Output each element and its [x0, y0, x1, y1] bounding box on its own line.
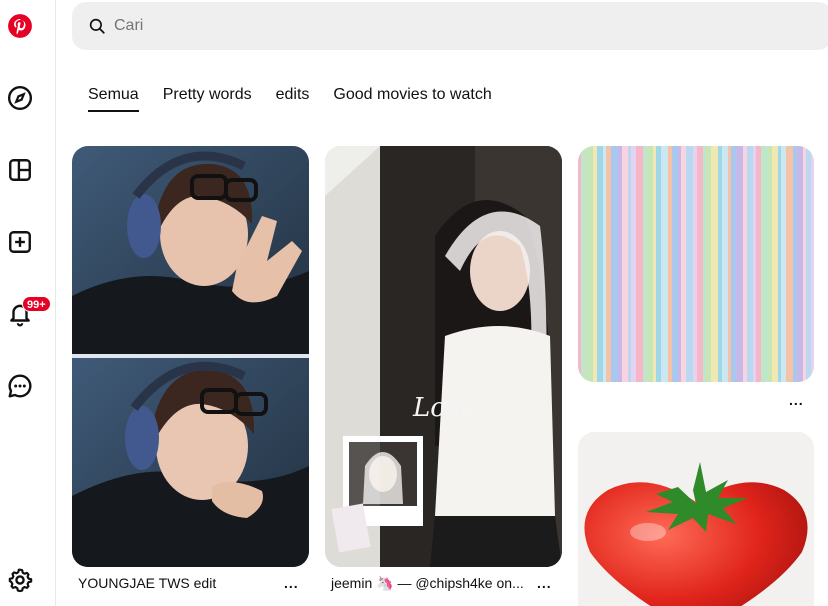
- board-tabs: Semua Pretty words edits Good movies to …: [88, 86, 492, 112]
- messages-chat-icon[interactable]: [6, 372, 34, 400]
- tab-semua[interactable]: Semua: [88, 86, 139, 112]
- pin-image-pastel-stripes[interactable]: [578, 146, 814, 382]
- pin-title-youngjae[interactable]: YOUNGJAE TWS edit: [78, 575, 216, 591]
- pinterest-logo-icon[interactable]: [6, 12, 34, 40]
- notification-count-badge: 99+: [22, 296, 51, 312]
- search-input[interactable]: [114, 17, 714, 35]
- svg-text:Love: Love: [412, 393, 476, 423]
- pin-title-jeemin[interactable]: jeemin 🦄 — @chipsh4ke on...: [331, 575, 524, 592]
- search-icon: [89, 18, 105, 34]
- pin-more-button[interactable]: ...: [284, 575, 299, 591]
- create-plus-icon[interactable]: [6, 228, 34, 256]
- settings-gear-icon[interactable]: [6, 566, 34, 594]
- pin-image-jeemin[interactable]: Love: [325, 146, 562, 567]
- pin-more-button[interactable]: ...: [537, 575, 552, 591]
- tab-edits[interactable]: edits: [276, 86, 310, 112]
- pin-more-button[interactable]: ...: [789, 392, 804, 408]
- compass-explore-icon[interactable]: [6, 84, 34, 112]
- pin-image-tomato-heart[interactable]: [578, 432, 814, 606]
- tab-good-movies[interactable]: Good movies to watch: [333, 86, 491, 112]
- sidebar: 99+: [0, 0, 56, 606]
- search-bar[interactable]: [72, 2, 828, 50]
- board-layout-icon[interactable]: [6, 156, 34, 184]
- tab-pretty-words[interactable]: Pretty words: [163, 86, 252, 112]
- pin-image-youngjae[interactable]: [72, 146, 309, 567]
